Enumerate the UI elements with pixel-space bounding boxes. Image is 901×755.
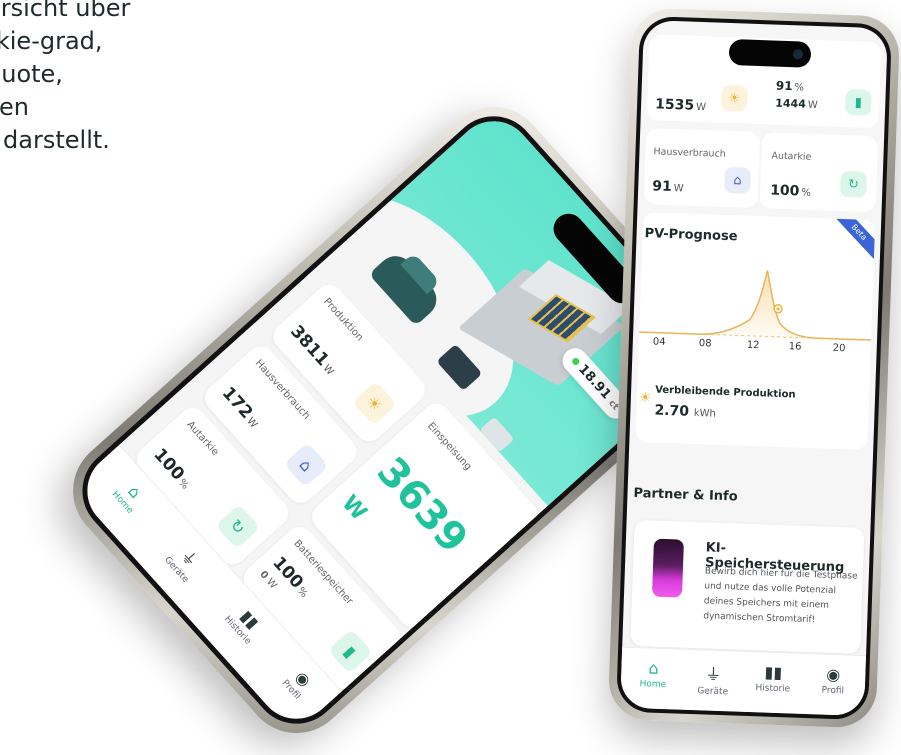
ki-text: Bewirb dich hier für die Testphase und n… (703, 566, 858, 626)
house-icon: ⌂ (283, 442, 329, 488)
top-battery-unit: % (794, 82, 805, 94)
remaining-number: 2.70 (654, 402, 690, 420)
hausverbrauch-value: 91W (652, 178, 684, 195)
remaining-unit: kWh (693, 407, 717, 420)
nav-geraete-label: Geräte (697, 686, 729, 698)
top-battery-number: 91 (775, 78, 793, 94)
top-production-number: 1535 (654, 96, 695, 114)
nav-home-label: Home (639, 679, 667, 691)
house-icon: ⌂ (724, 166, 751, 194)
remaining-label: Verbleibende Produktion (654, 384, 796, 401)
autarkie-value: 100% (770, 182, 811, 199)
nav-home[interactable]: ⌂ Home (623, 658, 684, 691)
einspeisung-label: Einspeisung (425, 420, 474, 473)
nav-geraete[interactable]: ⏚ Geräte (683, 660, 744, 698)
x-tick-08: 08 (698, 338, 712, 350)
x-tick-16: 16 (788, 341, 802, 353)
profile-icon: ◉ (826, 664, 841, 685)
marketing-line-4: ken (0, 93, 30, 121)
autarkie-label: Autarkie (184, 419, 221, 458)
x-tick-12: 12 (746, 339, 760, 352)
battery-icon: ▮ (844, 89, 872, 116)
wallbox-icon (479, 416, 515, 453)
cycle-icon: ↻ (215, 503, 261, 550)
remaining-value: 2.70 kWh (654, 403, 716, 421)
hausverbrauch-label: Hausverbrauch (653, 146, 726, 160)
plug-icon: ⏚ (704, 664, 722, 685)
autarkie-label: Autarkie (771, 150, 812, 163)
cycle-icon: ↻ (840, 170, 867, 198)
autarkie-card[interactable]: Autarkie 100% ↻ (759, 132, 879, 213)
pv-prognose-title: PV-Prognose (644, 226, 738, 245)
nav-historie[interactable]: ▮▮ Historie (743, 662, 804, 695)
bar-chart-icon: ▮▮ (764, 662, 783, 683)
top-battery-value: 91% (776, 79, 805, 94)
produktion-value: 3811W (286, 322, 340, 379)
dynamic-island (728, 38, 812, 68)
top-battery-sub: 1444 W (775, 97, 818, 111)
produktion-number: 3811 (286, 321, 333, 371)
autarkie-number: 100 (769, 182, 800, 200)
marketing-text: ersicht über rkie-grad, quote, ken t dar… (0, 0, 130, 157)
einspeisung-unit: W (336, 490, 372, 526)
top-battery-sub-unit: W (807, 99, 818, 112)
x-tick-20: 20 (832, 342, 846, 355)
hausverbrauch-card[interactable]: Hausverbrauch 91W ⌂ (643, 128, 761, 209)
hausverbrauch-value: 172W (218, 383, 265, 432)
partner-info-title: Partner & Info (633, 485, 738, 505)
marketing-line-5: t darstellt. (0, 126, 110, 154)
nav-profil-label: Profil (821, 685, 845, 697)
sun-icon: ☀ (638, 390, 652, 407)
hausverbrauch-unit: W (673, 183, 684, 195)
marketing-line-2: rkie-grad, (0, 27, 103, 55)
beta-ribbon: Beta (833, 212, 876, 260)
bottom-nav: ⌂ Home ⏚ Geräte ▮▮ Historie ◉ Profil (620, 646, 867, 717)
battery-icon: ▮ (327, 628, 373, 674)
autarkie-unit: % (801, 187, 812, 199)
live-dot-icon (570, 356, 581, 367)
pv-prognose-card[interactable]: Beta PV-Prognose 04 08 12 16 20 ☀ Verble… (635, 212, 876, 451)
sun-icon: ☀ (352, 380, 398, 426)
sun-icon: ☀ (720, 84, 748, 112)
x-tick-04: 04 (652, 336, 666, 348)
top-production-value: 1535W (655, 96, 706, 114)
marketing-line-1: ersicht über (0, 0, 131, 22)
top-battery-sub-number: 1444 (775, 96, 807, 111)
batterie-sub-unit: W (264, 576, 279, 592)
nav-historie-label: Historie (755, 683, 791, 695)
nav-profil[interactable]: ◉ Profil (803, 664, 864, 697)
home-icon: ⌂ (648, 658, 659, 678)
hausverbrauch-number: 91 (651, 178, 673, 196)
marketing-line-3: quote, (0, 60, 63, 88)
phone-upright: 1535W ☀ 91% 1444 W ▮ Hausverbrauch 91W ⌂ … (607, 7, 901, 729)
ki-speichersteuerung-card[interactable]: KI-Speichersteuerung Bewirb dich hier fü… (630, 519, 865, 654)
phone-screen: 1535W ☀ 91% 1444 W ▮ Hausverbrauch 91W ⌂ … (620, 19, 888, 717)
battery-icon (651, 538, 684, 598)
top-production-unit: W (695, 101, 707, 114)
